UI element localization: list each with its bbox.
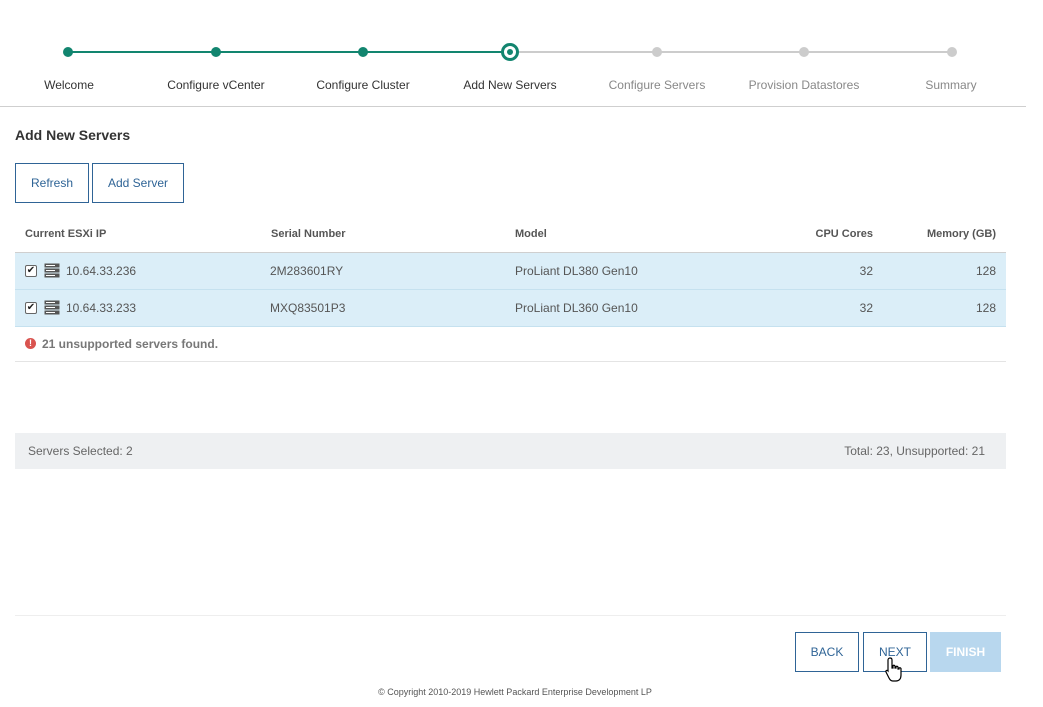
cell-serial: MXQ83501P3 <box>270 301 346 315</box>
step-dot-welcome[interactable] <box>63 47 73 57</box>
cell-ip: 10.64.33.233 <box>66 301 137 315</box>
step-dot-configure-vcenter[interactable] <box>211 47 221 57</box>
stepper-track-complete <box>68 51 510 53</box>
column-header-serial[interactable]: Serial Number <box>271 228 346 240</box>
unsupported-warning: ! 21 unsupported servers found. <box>15 327 1006 362</box>
step-dot-add-new-servers[interactable] <box>501 43 519 61</box>
column-header-cpu[interactable]: CPU Cores <box>816 228 873 240</box>
unsupported-warning-text: 21 unsupported servers found. <box>42 337 219 351</box>
cell-model: ProLiant DL380 Gen10 <box>515 264 638 278</box>
cell-memory: 128 <box>975 301 996 315</box>
copyright: © Copyright 2010-2019 Hewlett Packard En… <box>378 687 652 697</box>
column-header-ip[interactable]: Current ESXi IP <box>25 228 106 240</box>
cell-serial: 2M283601RY <box>270 264 344 278</box>
refresh-button[interactable]: Refresh <box>15 163 89 203</box>
table-row[interactable]: ✔ 10.64.33.236 2M283601RY ProLiant DL380… <box>15 253 1006 290</box>
cell-cpu-cores: 32 <box>859 301 873 315</box>
error-icon: ! <box>25 338 36 349</box>
row-checkbox[interactable]: ✔ <box>25 302 37 314</box>
table-row[interactable]: ✔ 10.64.33.233 MXQ83501P3 ProLiant DL360… <box>15 290 1006 327</box>
cell-ip: 10.64.33.236 <box>66 264 137 278</box>
server-icon <box>44 263 60 278</box>
step-dot-provision-datastores <box>799 47 809 57</box>
finish-button: FINISH <box>930 632 1001 672</box>
step-label-summary: Summary <box>925 78 977 92</box>
step-label-configure-cluster: Configure Cluster <box>316 78 410 92</box>
cell-model: ProLiant DL360 Gen10 <box>515 301 638 315</box>
step-label-configure-servers: Configure Servers <box>608 78 706 92</box>
step-label-welcome: Welcome <box>44 78 94 92</box>
stepper-track-remaining <box>510 51 952 53</box>
step-dot-configure-servers <box>652 47 662 57</box>
servers-selected-count: Servers Selected: 2 <box>28 444 133 458</box>
wizard-page: Welcome Configure vCenter Configure Clus… <box>0 0 1043 707</box>
back-button[interactable]: BACK <box>795 632 859 672</box>
column-header-model[interactable]: Model <box>515 228 547 240</box>
wizard-stepper: Welcome Configure vCenter Configure Clus… <box>0 0 1026 107</box>
servers-total-count: Total: 23, Unsupported: 21 <box>844 444 985 458</box>
table-header: Current ESXi IP Serial Number Model CPU … <box>15 216 1006 253</box>
cell-memory: 128 <box>975 264 996 278</box>
step-label-configure-vcenter: Configure vCenter <box>167 78 265 92</box>
add-server-button[interactable]: Add Server <box>92 163 184 203</box>
footer-divider <box>15 615 1006 616</box>
cell-cpu-cores: 32 <box>859 264 873 278</box>
step-dot-summary <box>947 47 957 57</box>
server-icon <box>44 300 60 315</box>
row-checkbox[interactable]: ✔ <box>25 265 37 277</box>
step-label-add-new-servers: Add New Servers <box>463 78 557 92</box>
column-header-memory[interactable]: Memory (GB) <box>927 228 996 240</box>
step-label-provision-datastores: Provision Datastores <box>748 78 860 92</box>
step-dot-configure-cluster[interactable] <box>358 47 368 57</box>
hand-cursor-icon <box>885 657 902 682</box>
servers-table: Current ESXi IP Serial Number Model CPU … <box>15 216 1006 362</box>
selection-summary-bar: Servers Selected: 2 Total: 23, Unsupport… <box>15 433 1006 469</box>
page-title: Add New Servers <box>15 127 131 143</box>
